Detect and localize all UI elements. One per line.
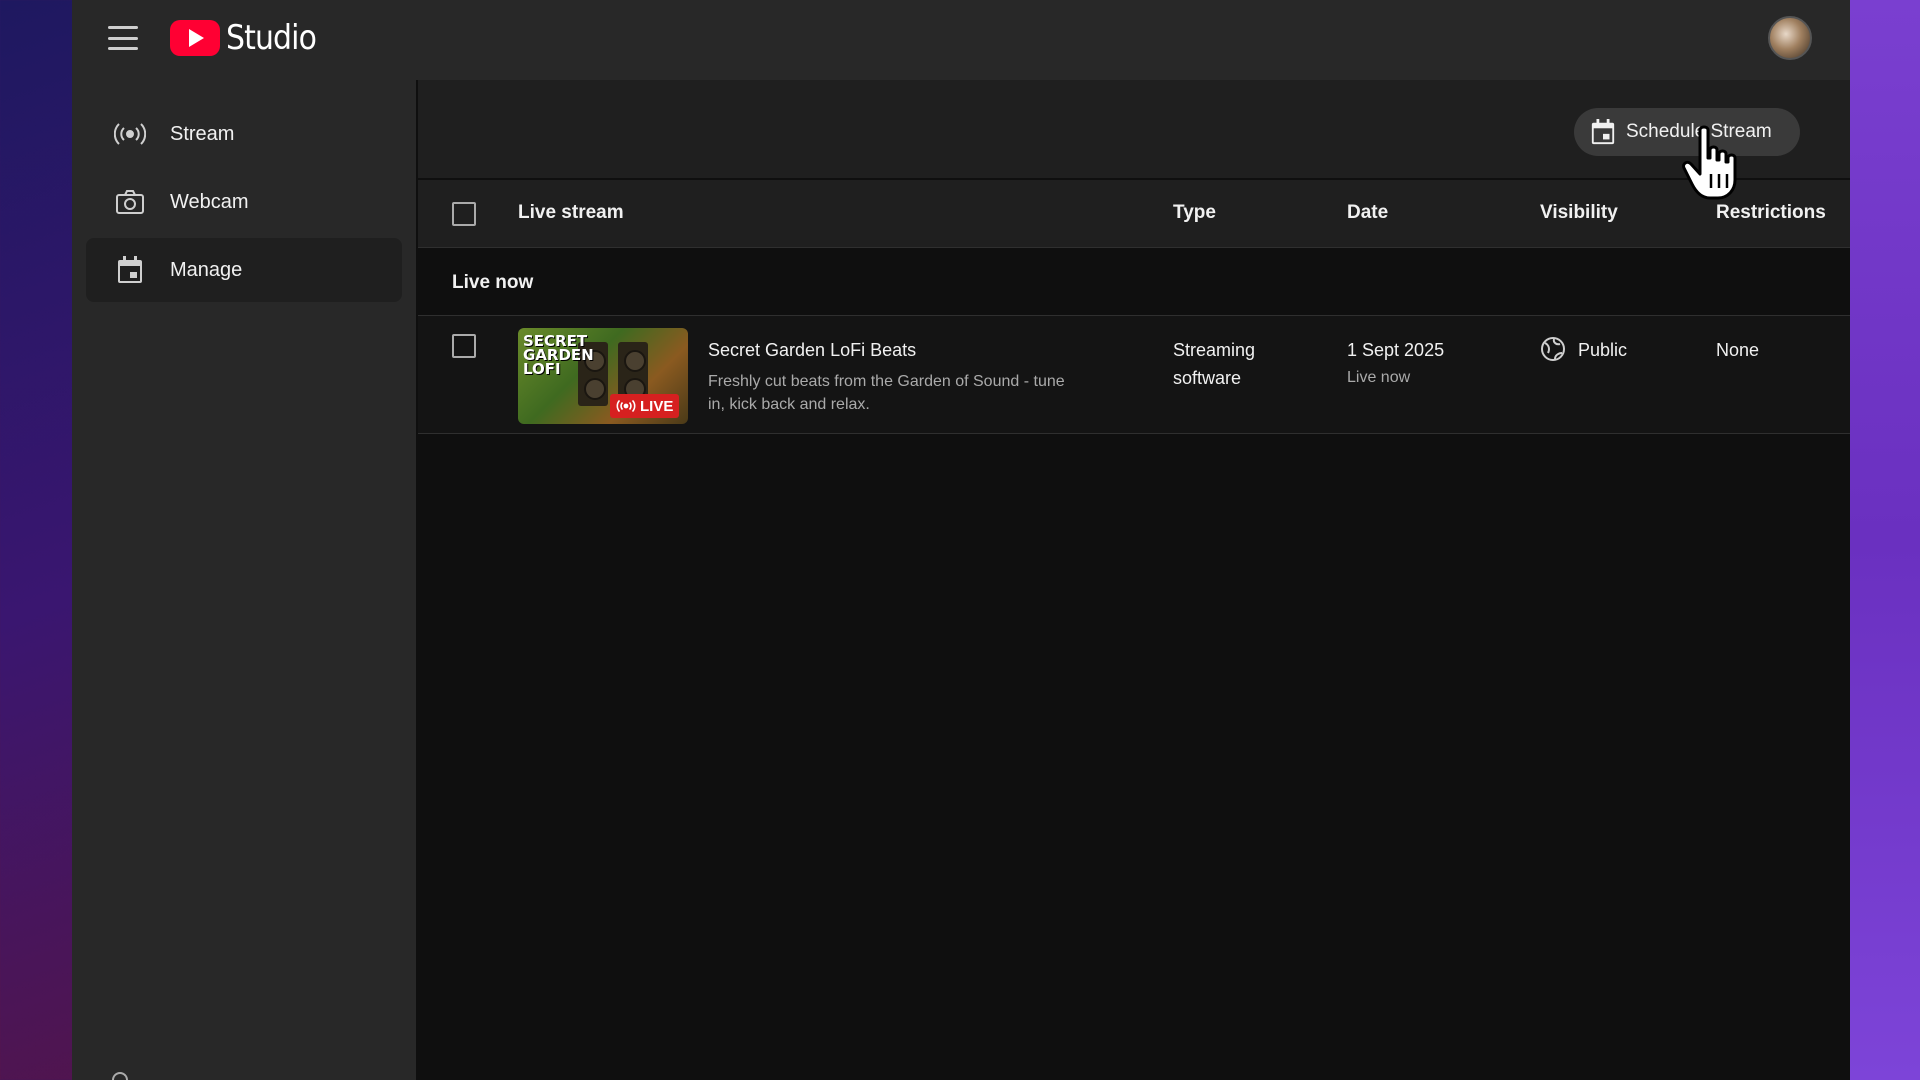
sidebar-item-label: Stream [170, 122, 235, 145]
sidebar-item-label: Manage [170, 258, 243, 281]
sidebar-item-manage[interactable]: Manage [86, 238, 402, 302]
section-title: Live now [452, 272, 534, 293]
schedule-stream-button[interactable]: Schedule Stream [1574, 108, 1800, 156]
column-header-date[interactable]: Date [1347, 202, 1388, 224]
column-header-restrictions[interactable]: Restrictions [1716, 202, 1826, 224]
stream-restrictions: None [1716, 340, 1760, 360]
camera-icon [114, 186, 146, 218]
studio-app-window: Studio Stream Webcam Manage Schedule Str… [72, 0, 1850, 1080]
sidebar: Stream Webcam Manage [72, 80, 416, 1080]
live-badge: LIVE [610, 394, 680, 418]
thumbnail-title: SECRET GARDEN LOFI [523, 332, 594, 378]
table-row[interactable]: SECRET GARDEN LOFI LIVE Secret Garden Lo… [418, 316, 1850, 434]
stream-title[interactable]: Secret Garden LoFi Beats [708, 340, 916, 361]
stream-visibility[interactable]: Public [1578, 340, 1627, 361]
live-badge-label: LIVE [640, 397, 674, 415]
logo-text: Studio [226, 18, 317, 58]
schedule-stream-label: Schedule Stream [1626, 121, 1772, 142]
calendar-icon [114, 254, 146, 286]
section-label-live-now: Live now [418, 250, 1850, 316]
stream-description: Freshly cut beats from the Garden of Sou… [708, 373, 1065, 413]
stream-type-line2: software [1173, 368, 1242, 388]
desktop-background-right [1850, 0, 1920, 1080]
sidebar-item-stream[interactable]: Stream [86, 102, 402, 166]
globe-icon [1540, 336, 1566, 362]
video-thumbnail[interactable]: SECRET GARDEN LOFI LIVE [518, 328, 688, 424]
stream-date-status: Live now [1347, 369, 1411, 386]
stream-date: 1 Sept 2025 [1347, 340, 1445, 360]
row-checkbox[interactable] [452, 334, 476, 358]
youtube-play-icon [170, 20, 220, 56]
top-bar: Studio [72, 0, 1850, 80]
table-header: Live stream Type Date Visibility Restric… [418, 180, 1850, 248]
select-all-checkbox[interactable] [452, 202, 476, 226]
stream-type-line1: Streaming [1173, 340, 1256, 360]
broadcast-icon [616, 400, 636, 412]
main-content: Schedule Stream Live stream Type Date Vi… [418, 80, 1850, 1080]
sidebar-item-label: Webcam [170, 190, 249, 213]
column-header-type[interactable]: Type [1173, 202, 1216, 224]
column-header-visibility[interactable]: Visibility [1540, 202, 1618, 224]
column-header-live-stream[interactable]: Live stream [518, 202, 624, 224]
hamburger-menu-icon[interactable] [108, 26, 138, 50]
avatar[interactable] [1768, 16, 1812, 60]
broadcast-icon [114, 118, 146, 150]
sidebar-bottom-icon[interactable] [112, 1072, 128, 1080]
toolbar: Schedule Stream [418, 80, 1850, 178]
calendar-icon [1590, 119, 1616, 145]
sidebar-item-webcam[interactable]: Webcam [86, 170, 402, 234]
studio-logo[interactable]: Studio [170, 18, 328, 58]
